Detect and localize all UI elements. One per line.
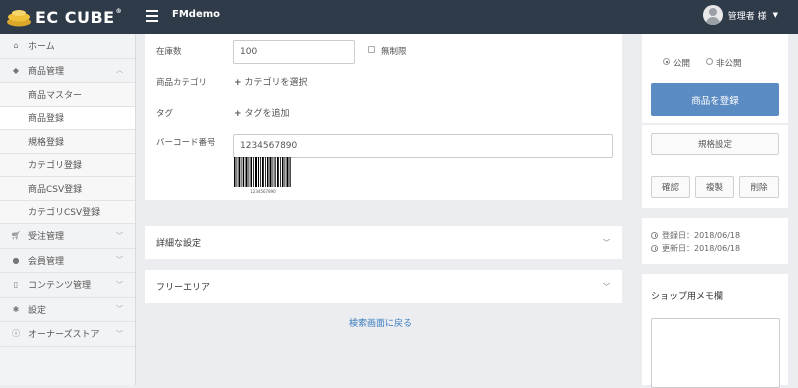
chevron-down-icon: ﹀ (116, 329, 123, 338)
chevron-down-icon: ﹀ (116, 305, 123, 314)
logo-text: EC CUBE (35, 7, 115, 27)
unlimited-label: 無制限 (381, 47, 407, 57)
barcode-image: 1234567890 (234, 157, 291, 194)
sidebar-item-label: コンテンツ管理 (28, 281, 92, 292)
plus-icon: + (234, 109, 242, 119)
registered-date-text: 登録日：2018/06/18 (662, 231, 741, 240)
back-to-search-link[interactable]: 検索画面に戻る (349, 316, 412, 329)
sidebar-item-label: 商品管理 (28, 66, 65, 77)
delete-button[interactable]: 削除 (739, 176, 779, 198)
sidebar-item-label: 会員管理 (28, 256, 65, 267)
info-icon: ⓘ (12, 329, 20, 339)
avatar (702, 5, 723, 25)
stock-label: 在庫数 (156, 47, 182, 57)
add-tag-text: タグを追加 (244, 109, 290, 119)
clock-icon (651, 245, 658, 252)
add-category-link[interactable]: + カテゴリを選択 (234, 75, 308, 88)
sidebar-item-label: 受注管理 (28, 232, 65, 243)
class-settings-button[interactable]: 規格設定 (651, 133, 779, 155)
sidebar-subitem-product-csv[interactable]: 商品CSV登録 (0, 177, 135, 201)
logo[interactable]: EC CUBE® (6, 6, 122, 28)
stock-input[interactable]: 100 (233, 40, 355, 64)
preview-button[interactable]: 確認 (651, 176, 690, 198)
hamburger-icon[interactable] (146, 10, 158, 22)
chevron-down-icon: ﹀ (603, 282, 610, 291)
sidebar-item-products[interactable]: ◆ 商品管理 ︿ (0, 59, 135, 83)
dates-card: 登録日：2018/06/18 更新日：2018/06/18 (642, 218, 788, 264)
copy-button[interactable]: 複製 (695, 176, 734, 198)
chevron-down-icon: ﹀ (116, 231, 123, 240)
sidebar-subitem-product-master[interactable]: 商品マスター (0, 83, 135, 107)
sidebar-item-owners-store[interactable]: ⓘ オーナーズストア ﹀ (0, 322, 135, 347)
updated-date: 更新日：2018/06/18 (651, 243, 740, 254)
shop-memo-title: ショップ用メモ欄 (651, 292, 724, 302)
public-label: 公開 (673, 59, 691, 69)
sidebar-item-orders[interactable]: 🛒︎ 受注管理 ﹀ (0, 224, 135, 249)
add-tag-link[interactable]: + タグを追加 (234, 106, 290, 119)
sidebar-item-label: オーナーズストア (28, 330, 100, 341)
clock-icon (651, 232, 658, 239)
shop-name[interactable]: FMdemo (172, 9, 220, 20)
logo-registered-mark: ® (115, 7, 123, 15)
updated-date-text: 更新日：2018/06/18 (662, 244, 741, 253)
gear-icon: ✱ (12, 304, 20, 314)
free-area-panel[interactable]: フリーエリア ﹀ (145, 270, 622, 303)
users-icon: ● (12, 255, 20, 265)
shop-memo-textarea[interactable] (651, 318, 780, 388)
shop-memo-card: ショップ用メモ欄 (642, 274, 788, 388)
private-radio[interactable] (706, 58, 713, 65)
chevron-down-icon: ﹀ (603, 238, 610, 247)
tag-label: タグ (156, 109, 174, 119)
sidebar-item-settings[interactable]: ✱ 設定 ﹀ (0, 298, 135, 322)
sidebar-item-label: 設定 (28, 305, 47, 316)
tag-icon: ◆ (12, 65, 20, 75)
sidebar-item-members[interactable]: ● 会員管理 ﹀ (0, 249, 135, 273)
sidebar: ⌂ ホーム ◆ 商品管理 ︿ 商品マスター 商品登録 規格登録 カテゴリ登録 商… (0, 34, 136, 385)
register-product-button[interactable]: 商品を登録 (651, 83, 779, 116)
actions-card: 規格設定 確認 複製 削除 (642, 125, 788, 208)
sidebar-subitem-product-register[interactable]: 商品登録 (0, 106, 135, 130)
unlimited-checkbox[interactable] (368, 46, 375, 53)
sidebar-item-contents[interactable]: ▯ コンテンツ管理 ﹀ (0, 273, 135, 298)
user-menu[interactable]: 管理者 様 ▼ (702, 5, 778, 25)
user-name: 管理者 様 (727, 11, 767, 22)
product-form-card: 在庫数 100 無制限 商品カテゴリ + カテゴリを選択 タグ + タグを追加 バー… (145, 34, 622, 200)
detail-settings-panel[interactable]: 詳細な設定 ﹀ (145, 226, 622, 259)
registered-date: 登録日：2018/06/18 (651, 230, 740, 241)
detail-settings-title: 詳細な設定 (156, 239, 202, 249)
chevron-up-icon: ︿ (116, 66, 123, 75)
public-radio[interactable] (663, 58, 670, 65)
category-label: 商品カテゴリ (156, 78, 208, 88)
sidebar-item-label: ホーム (28, 42, 55, 53)
barcode-label: バーコード番号 (156, 138, 216, 148)
file-icon: ▯ (13, 280, 19, 290)
publish-card: 公開 非公開 商品を登録 (642, 34, 788, 123)
add-category-text: カテゴリを選択 (244, 78, 308, 88)
home-icon: ⌂ (13, 41, 19, 51)
top-bar: EC CUBE® FMdemo 管理者 様 ▼ (0, 0, 798, 34)
sidebar-subitem-category-csv[interactable]: カテゴリCSV登録 (0, 200, 135, 224)
chevron-down-icon: ﹀ (116, 256, 123, 265)
free-area-title: フリーエリア (156, 283, 211, 293)
private-label: 非公開 (716, 59, 742, 69)
sidebar-subitem-class-register[interactable]: 規格登録 (0, 130, 135, 154)
plus-icon: + (234, 78, 242, 88)
logo-cube-icon (7, 10, 31, 27)
barcode-caption: 1234567890 (250, 189, 276, 194)
chevron-down-icon: ﹀ (116, 280, 123, 289)
cart-icon: 🛒︎ (10, 231, 22, 241)
chevron-down-icon: ▼ (772, 11, 778, 19)
sidebar-item-home[interactable]: ⌂ ホーム (0, 34, 135, 59)
sidebar-subitem-category-register[interactable]: カテゴリ登録 (0, 153, 135, 177)
